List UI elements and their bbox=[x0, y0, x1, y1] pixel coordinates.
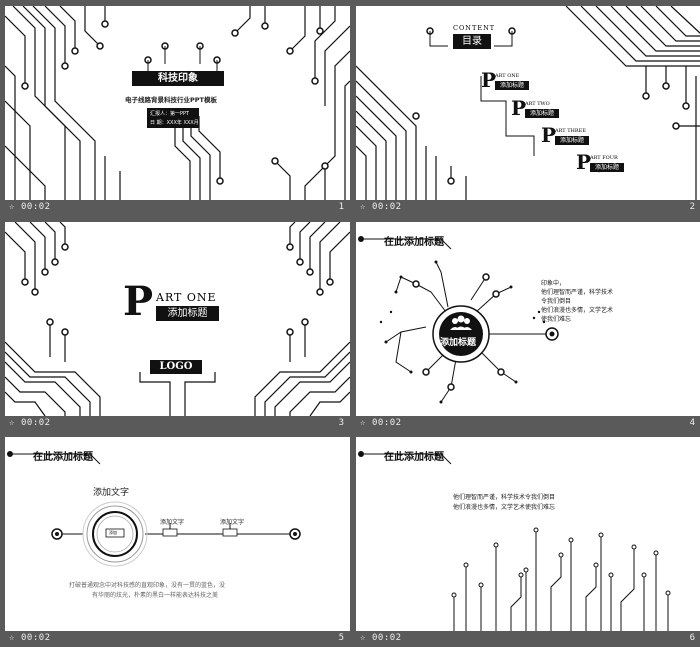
slide-number: 6 bbox=[689, 633, 695, 643]
slide-canvas: 在此添加标题 他们理智而严谨，科学技术令我们倒目 他们浪漫也多情，文学艺术使我们… bbox=[356, 437, 700, 631]
transition-icon: ☆ bbox=[9, 418, 15, 428]
slide-thumbnail-6[interactable]: 在此添加标题 他们理智而严谨，科学技术令我们倒目 他们浪漫也多情，文学艺术使我们… bbox=[356, 437, 700, 647]
part-label: 添加标题 bbox=[590, 163, 624, 172]
toc-title: 目录 bbox=[453, 34, 491, 49]
slide-timing: 00:02 bbox=[21, 202, 51, 212]
part-label: 添加标题 bbox=[156, 306, 219, 321]
side-text-line: 使我们难忘 bbox=[541, 316, 572, 323]
slide-number: 2 bbox=[689, 202, 695, 212]
slide-info-bar: ☆ 00:02 4 bbox=[356, 416, 700, 432]
slide-canvas: 在此添加标题 添加文字 添加 添加文字 添加文字 打破普通观念中对科技感的直观印… bbox=[5, 437, 350, 631]
timeline-diagram bbox=[7, 451, 301, 567]
slide-timing: 00:02 bbox=[372, 633, 402, 643]
slide-timing: 00:02 bbox=[21, 418, 51, 428]
slide-canvas: P ART ONE 添加标题 LOGO bbox=[5, 222, 350, 416]
slide-thumbnail-4[interactable]: 在此添加标题 添加标题 印象中， 他们理智而严谨，科学技术 令我们倒目 他们浪漫… bbox=[356, 222, 700, 432]
slide-timing: 00:02 bbox=[372, 202, 402, 212]
part-name: ART THREE bbox=[555, 128, 586, 134]
part-name: ART FOUR bbox=[590, 155, 618, 161]
slide-heading: 在此添加标题 bbox=[33, 452, 93, 463]
meta-reporter: 汇报人：第一PPT bbox=[150, 111, 190, 117]
part-letter-icon: P bbox=[576, 150, 592, 174]
circuit-decoration bbox=[358, 451, 671, 631]
slide-number: 1 bbox=[338, 202, 344, 212]
slide-timing: 00:02 bbox=[372, 418, 402, 428]
transition-icon: ☆ bbox=[360, 202, 366, 212]
slide-timing: 00:02 bbox=[21, 633, 51, 643]
part-label: 添加标题 bbox=[555, 136, 589, 145]
slide-thumbnail-3[interactable]: P ART ONE 添加标题 LOGO ☆ 00:02 3 bbox=[5, 222, 350, 432]
part-name: ART ONE bbox=[495, 73, 520, 79]
slide-info-bar: ☆ 00:02 6 bbox=[356, 631, 700, 647]
transition-icon: ☆ bbox=[360, 418, 366, 428]
main-label: 添加文字 bbox=[93, 488, 130, 498]
transition-icon: ☆ bbox=[9, 202, 15, 212]
slide-heading: 在此添加标题 bbox=[384, 237, 444, 248]
side-text-line: 令我们倒目 bbox=[541, 298, 572, 305]
side-text-line: 他们理智而严谨，科学技术 bbox=[541, 289, 614, 296]
slide-thumbnail-5[interactable]: 在此添加标题 添加文字 添加 添加文字 添加文字 打破普通观念中对科技感的直观印… bbox=[5, 437, 350, 647]
part-label: 添加标题 bbox=[525, 109, 559, 118]
part-letter-icon: P bbox=[511, 96, 527, 120]
part-name: ART ONE bbox=[156, 291, 217, 304]
content-label: CONTENT bbox=[453, 24, 496, 32]
slide-number: 3 bbox=[338, 418, 344, 428]
body-line: 打破普通观念中对科技感的直观印象，没有一贯的蓝色，没 bbox=[69, 582, 226, 589]
part-label: 添加标题 bbox=[495, 81, 529, 90]
network-diagram bbox=[358, 236, 559, 404]
slide-info-bar: ☆ 00:02 1 bbox=[5, 200, 350, 216]
slide-canvas: CONTENT 目录 P ART ONE 添加标题 P ART TWO 添加标题… bbox=[356, 6, 700, 200]
slide-number: 5 bbox=[338, 633, 344, 643]
side-text-line: 他们浪漫也多情，文学艺术 bbox=[541, 307, 614, 314]
body-line: 他们浪漫也多情，文学艺术使我们难忘 bbox=[453, 504, 556, 511]
slide-heading: 在此添加标题 bbox=[384, 452, 444, 463]
side-text-line: 印象中， bbox=[541, 280, 566, 287]
part-letter-icon: P bbox=[481, 68, 497, 92]
meta-date: 日 期：XXX年 XXX月 bbox=[150, 120, 199, 126]
slide-thumbnail-2[interactable]: CONTENT 目录 P ART ONE 添加标题 P ART TWO 添加标题… bbox=[356, 6, 700, 216]
node-label: 添加 bbox=[109, 530, 117, 535]
side-label: 添加文字 bbox=[220, 519, 245, 526]
slide-title: 科技印象 bbox=[132, 71, 224, 86]
center-label: 添加标题 bbox=[440, 338, 477, 348]
body-line: 有华丽的炫光，朴素的黑白一样能表达科技之美 bbox=[92, 592, 219, 599]
transition-icon: ☆ bbox=[360, 633, 366, 643]
part-letter-icon: P bbox=[541, 123, 557, 147]
body-line: 他们理智而严谨，科学技术令我们倒目 bbox=[453, 494, 556, 501]
part-letter-icon: P bbox=[123, 278, 154, 325]
slide-info-bar: ☆ 00:02 5 bbox=[5, 631, 350, 647]
part-name: ART TWO bbox=[525, 101, 550, 107]
transition-icon: ☆ bbox=[9, 633, 15, 643]
slide-info-bar: ☆ 00:02 2 bbox=[356, 200, 700, 216]
slide-canvas: 科技印象 电子线路背景科技行业PPT模板 汇报人：第一PPT 日 期：XXX年 … bbox=[5, 6, 350, 200]
slide-number: 4 bbox=[689, 418, 695, 428]
slide-subtitle: 电子线路背景科技行业PPT模板 bbox=[125, 96, 217, 104]
logo: LOGO bbox=[150, 360, 202, 374]
slide-canvas: 在此添加标题 添加标题 印象中， 他们理智而严谨，科学技术 令我们倒目 他们浪漫… bbox=[356, 222, 700, 416]
meta-box: 汇报人：第一PPT 日 期：XXX年 XXX月 bbox=[147, 108, 199, 128]
slide-info-bar: ☆ 00:02 3 bbox=[5, 416, 350, 432]
side-label: 添加文字 bbox=[160, 519, 185, 526]
slide-thumbnail-1[interactable]: 科技印象 电子线路背景科技行业PPT模板 汇报人：第一PPT 日 期：XXX年 … bbox=[5, 6, 350, 216]
